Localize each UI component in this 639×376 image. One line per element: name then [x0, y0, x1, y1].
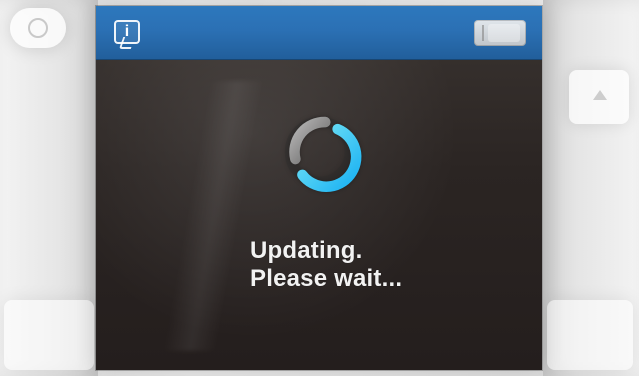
left-lower-button[interactable] [4, 300, 94, 370]
device-photo: i Updating. Please wait... [0, 0, 639, 376]
status-message: Updating. Please wait... [250, 237, 490, 293]
status-line-1: Updating. [250, 237, 363, 264]
ink-level-indicator[interactable] [474, 20, 526, 46]
right-lower-button[interactable] [547, 300, 633, 370]
up-button[interactable] [569, 70, 629, 124]
loading-spinner-icon [284, 116, 362, 192]
power-button[interactable] [10, 8, 66, 48]
loading-spinner [276, 108, 364, 196]
printer-screen: i Updating. Please wait... [96, 6, 542, 370]
screen-reflection [162, 81, 265, 351]
info-button[interactable]: i [114, 20, 140, 44]
info-bubble-icon: i [124, 23, 130, 40]
status-line-2: Please wait... [250, 265, 403, 292]
top-status-bar: i [96, 6, 542, 60]
